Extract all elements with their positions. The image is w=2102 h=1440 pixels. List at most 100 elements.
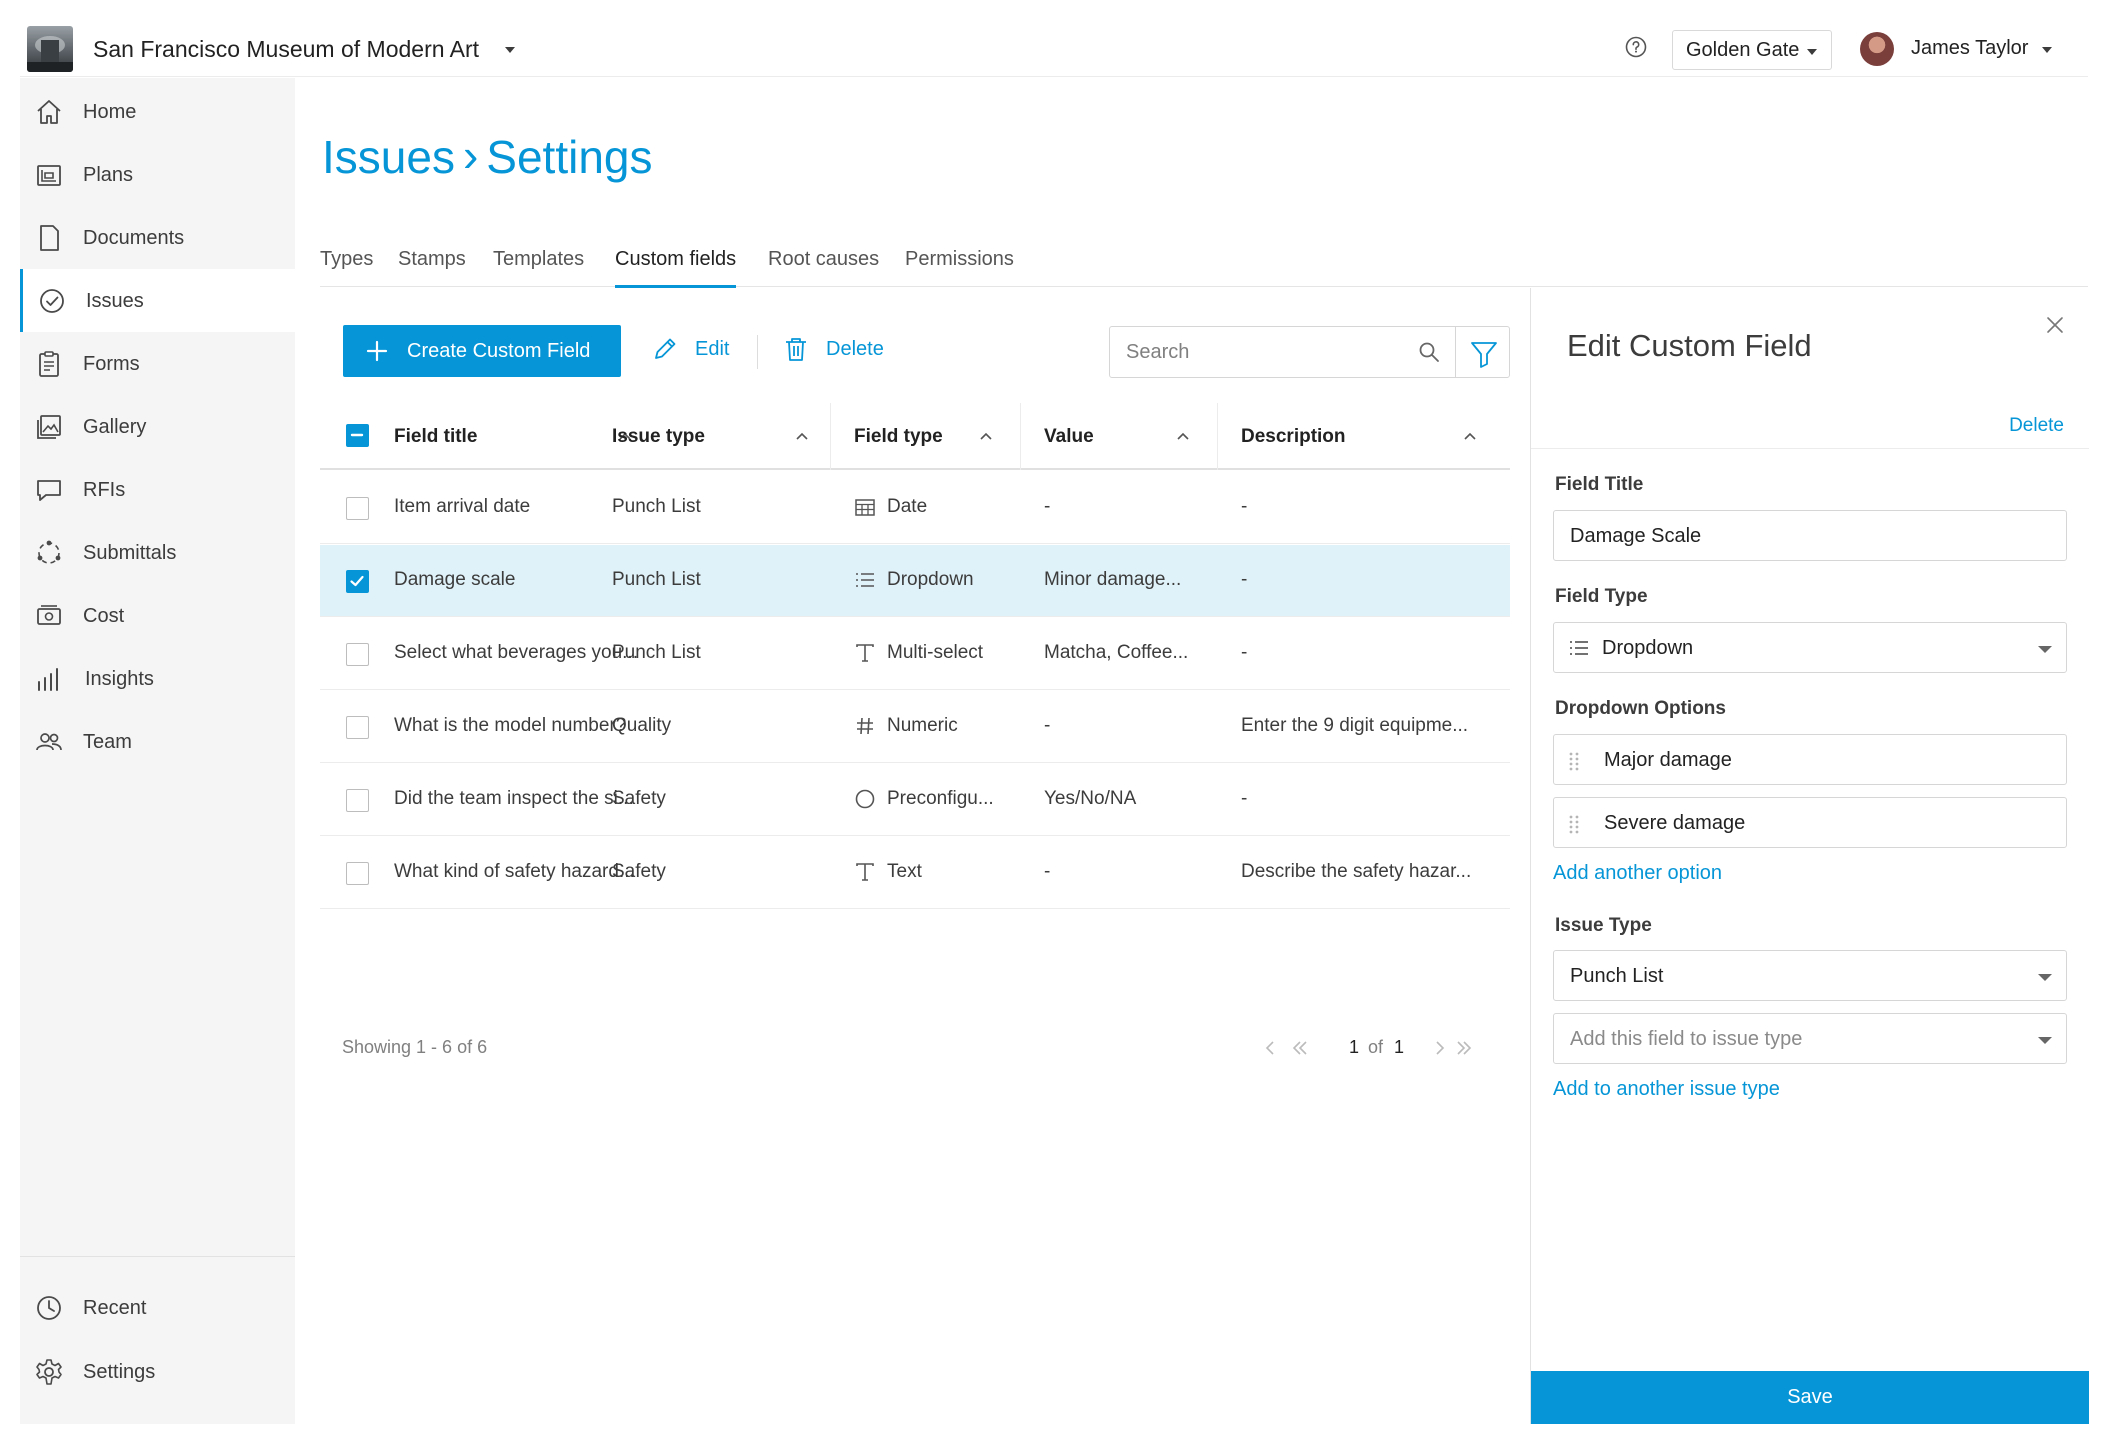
sidebar-item-submittals[interactable]: Submittals bbox=[20, 521, 295, 584]
table-row[interactable]: Item arrival date Punch List Date - - bbox=[320, 472, 1510, 544]
sidebar-item-home[interactable]: Home bbox=[20, 80, 295, 143]
gallery-icon bbox=[34, 412, 64, 442]
tab-stamps[interactable]: Stamps bbox=[398, 248, 466, 285]
company-selector[interactable]: Golden Gate bbox=[1672, 30, 1832, 70]
cell-field-type: Numeric bbox=[887, 715, 958, 736]
sidebar-item-label: Issues bbox=[86, 290, 144, 312]
hash-icon bbox=[854, 715, 876, 737]
column-header-description[interactable]: Description bbox=[1241, 426, 1346, 448]
breadcrumb-issues[interactable]: Issues bbox=[322, 131, 455, 183]
sort-chevron-up-icon[interactable] bbox=[1463, 431, 1477, 441]
cell-description: - bbox=[1241, 642, 1248, 663]
search-box bbox=[1109, 326, 1456, 378]
chevron-right-icon[interactable] bbox=[1434, 1039, 1446, 1057]
sidebar-item-team[interactable]: Team bbox=[20, 710, 295, 773]
user-name[interactable]: James Taylor bbox=[1911, 37, 2028, 60]
sidebar-item-label: Recent bbox=[83, 1297, 147, 1319]
cell-field-title: Damage scale bbox=[394, 569, 516, 590]
close-icon[interactable] bbox=[2044, 314, 2066, 336]
sidebar-item-forms[interactable]: Forms bbox=[20, 332, 295, 395]
cell-field-title: What is the model number? bbox=[394, 715, 627, 736]
field-type-value: Dropdown bbox=[1602, 637, 1694, 659]
pencil-icon bbox=[651, 335, 679, 363]
double-chevron-left-icon[interactable] bbox=[1291, 1039, 1309, 1057]
row-checkbox[interactable] bbox=[346, 716, 369, 739]
field-type-label: Field Type bbox=[1555, 586, 1648, 607]
row-checkbox[interactable] bbox=[346, 862, 369, 885]
clock-icon bbox=[34, 1293, 64, 1323]
cell-field-type: Preconfigu... bbox=[887, 788, 994, 809]
dropdown-option-input[interactable]: Severe damage bbox=[1553, 797, 2067, 848]
drag-handle-icon[interactable] bbox=[1568, 813, 1580, 835]
sidebar-item-label: RFIs bbox=[83, 479, 126, 501]
project-name[interactable]: San Francisco Museum of Modern Art bbox=[93, 36, 479, 63]
table-row[interactable]: What is the model number? Quality Numeri… bbox=[320, 691, 1510, 763]
search-input[interactable] bbox=[1110, 327, 1410, 377]
cell-field-title: Item arrival date bbox=[394, 496, 531, 517]
field-type-select[interactable]: Dropdown bbox=[1553, 622, 2067, 673]
sidebar-item-rfis[interactable]: RFIs bbox=[20, 458, 295, 521]
pager-of: of bbox=[1368, 1037, 1384, 1057]
save-button[interactable]: Save bbox=[1531, 1371, 2089, 1424]
add-another-option-link[interactable]: Add another option bbox=[1553, 862, 1722, 885]
project-thumbnail[interactable] bbox=[27, 26, 73, 72]
table-header: Field title Issue type Field type Value … bbox=[320, 403, 1510, 470]
sidebar-divider bbox=[20, 1256, 295, 1257]
sidebar-item-recent[interactable]: Recent bbox=[20, 1276, 295, 1339]
add-issue-type-select[interactable]: Add this field to issue type bbox=[1553, 1013, 2067, 1064]
drag-handle-icon[interactable] bbox=[1568, 750, 1580, 772]
dropdown-option-value: Major damage bbox=[1604, 749, 1732, 771]
document-icon bbox=[34, 223, 64, 253]
tab-types[interactable]: Types bbox=[320, 248, 373, 285]
dropdown-option-input[interactable]: Major damage bbox=[1553, 734, 2067, 785]
tab-root-causes[interactable]: Root causes bbox=[768, 248, 879, 285]
sidebar-item-settings[interactable]: Settings bbox=[20, 1340, 295, 1403]
help-icon[interactable] bbox=[1625, 36, 1647, 58]
filter-button[interactable] bbox=[1455, 326, 1510, 378]
sidebar-item-plans[interactable]: Plans bbox=[20, 143, 295, 206]
row-checkbox[interactable] bbox=[346, 789, 369, 812]
field-title-input[interactable]: Damage Scale bbox=[1553, 510, 2067, 561]
column-header-field-type[interactable]: Field type bbox=[854, 426, 943, 448]
check-circle-icon bbox=[37, 286, 67, 316]
panel-delete-link[interactable]: Delete bbox=[2009, 415, 2064, 437]
table-row-selected[interactable]: Damage scale Punch List Dropdown Minor d… bbox=[320, 545, 1510, 617]
row-checkbox-checked[interactable] bbox=[346, 570, 369, 593]
table-row[interactable]: Select what beverages you... Punch List … bbox=[320, 618, 1510, 690]
search-icon[interactable] bbox=[1417, 340, 1441, 364]
create-custom-field-button[interactable]: Create Custom Field bbox=[343, 325, 621, 377]
table-row[interactable]: What kind of safety hazard... Safety Tex… bbox=[320, 837, 1510, 909]
sidebar-item-gallery[interactable]: Gallery bbox=[20, 395, 295, 458]
issue-type-select[interactable]: Punch List bbox=[1553, 950, 2067, 1001]
double-chevron-right-icon[interactable] bbox=[1455, 1039, 1473, 1057]
column-header-value[interactable]: Value bbox=[1044, 426, 1094, 448]
sidebar-item-label: Settings bbox=[83, 1361, 156, 1383]
cell-value: Yes/No/NA bbox=[1044, 788, 1137, 809]
column-header-issue-type[interactable]: Issue type bbox=[612, 426, 705, 448]
sidebar-item-documents[interactable]: Documents bbox=[20, 206, 295, 269]
dropdown-options-label: Dropdown Options bbox=[1555, 698, 1726, 719]
chevron-left-icon[interactable] bbox=[1264, 1039, 1276, 1057]
sort-chevron-up-icon[interactable] bbox=[979, 431, 993, 441]
page-title: Issues › Settings bbox=[322, 129, 653, 184]
sidebar-item-label: Plans bbox=[83, 164, 134, 186]
avatar[interactable] bbox=[1860, 32, 1894, 66]
row-checkbox[interactable] bbox=[346, 497, 369, 520]
tab-permissions[interactable]: Permissions bbox=[905, 248, 1014, 285]
sort-chevron-up-icon[interactable] bbox=[1176, 431, 1190, 441]
sort-chevron-up-icon[interactable] bbox=[795, 431, 809, 441]
user-caret-down-icon[interactable] bbox=[2042, 47, 2052, 53]
project-caret-down-icon[interactable] bbox=[505, 47, 515, 53]
sidebar-item-issues[interactable]: Issues bbox=[20, 269, 295, 332]
tab-templates[interactable]: Templates bbox=[493, 248, 584, 285]
breadcrumb-settings: Settings bbox=[486, 131, 653, 183]
sidebar-item-label: Insights bbox=[85, 668, 154, 690]
column-header-field-title[interactable]: Field title bbox=[394, 426, 477, 448]
add-to-another-issue-type-link[interactable]: Add to another issue type bbox=[1553, 1078, 1780, 1101]
tab-custom-fields[interactable]: Custom fields bbox=[615, 248, 737, 288]
row-checkbox[interactable] bbox=[346, 643, 369, 666]
sidebar-item-cost[interactable]: Cost bbox=[20, 584, 295, 647]
sidebar-item-insights[interactable]: Insights bbox=[20, 647, 295, 710]
select-all-checkbox[interactable] bbox=[346, 424, 369, 447]
table-row[interactable]: Did the team inspect the si... Safety Pr… bbox=[320, 764, 1510, 836]
